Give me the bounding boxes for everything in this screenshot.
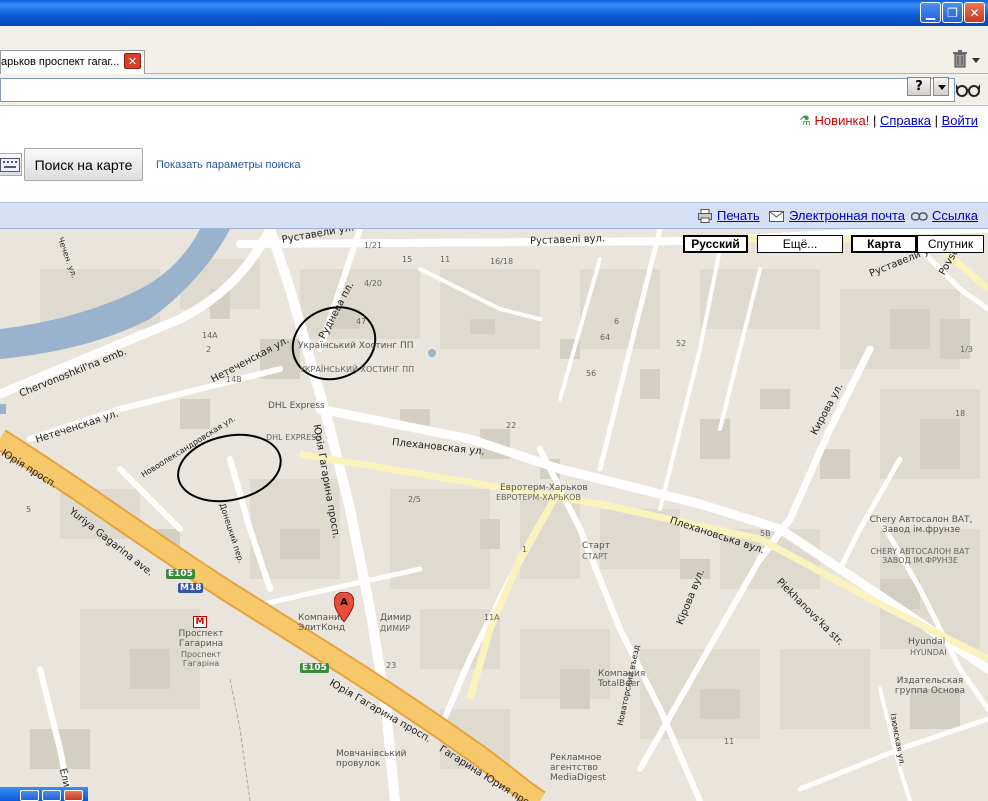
house-number: 11A <box>484 613 500 622</box>
email-link[interactable]: Электронная почта <box>789 208 905 223</box>
map-type-satellite-button[interactable]: Спутник <box>917 235 984 253</box>
login-link[interactable]: Войти <box>942 113 978 128</box>
map-canvas[interactable] <box>0 229 988 801</box>
link-icon <box>911 212 928 221</box>
house-number: 22 <box>506 421 517 430</box>
tab-title: арьков проспект гагаг... <box>1 56 120 68</box>
envelope-icon <box>769 211 784 222</box>
minimize-button[interactable]: ▁ <box>920 2 941 23</box>
poi-label: HYUNDAI <box>910 648 947 657</box>
poi-label: ЕВРОТЕРМ-ХАРЬКОВ <box>496 493 581 502</box>
glasses-icon[interactable] <box>956 83 980 97</box>
house-number: 52 <box>676 339 687 348</box>
house-number: 14B <box>226 375 242 384</box>
poi-label: Рекламное агентство MediaDigest <box>550 753 606 783</box>
route-shield-m18: M18 <box>178 583 204 593</box>
print-link[interactable]: Печать <box>717 208 760 223</box>
poi-label: ДИМИР <box>380 624 410 633</box>
house-number: 47 <box>356 317 367 326</box>
house-number: 6 <box>614 317 620 326</box>
tab-close-button[interactable]: ✕ <box>124 53 141 69</box>
metro-icon[interactable]: М <box>193 616 207 628</box>
close-window-button[interactable] <box>64 790 83 801</box>
house-number: 1/21 <box>364 241 382 250</box>
house-number: 4/20 <box>364 279 382 288</box>
window-title-bar <box>0 0 988 26</box>
poi-label: Евротерм-Харьков <box>500 483 588 493</box>
poi-label: Старт <box>582 541 610 551</box>
more-layers-button[interactable]: Ещё... <box>757 235 843 253</box>
new-features-link[interactable]: Новинка! <box>815 113 870 128</box>
separator: | <box>934 113 938 128</box>
printer-icon <box>698 209 712 223</box>
poi-label: СТАРТ <box>582 552 608 561</box>
house-number: 11 <box>440 255 451 264</box>
poi-label: Hyundai <box>908 637 946 647</box>
house-number: 5 <box>26 505 32 514</box>
show-search-params-link[interactable]: Показать параметры поиска <box>156 159 300 171</box>
route-shield-e105: E105 <box>166 569 195 579</box>
house-number: 18 <box>955 409 966 418</box>
poi-label: Український Хостинг ПП <box>298 341 414 351</box>
house-number: 1/3 <box>960 345 973 354</box>
poi-label: Проспект Гагаріна <box>180 650 222 668</box>
keyboard-icon[interactable] <box>0 153 22 176</box>
link-link[interactable]: Ссылка <box>932 208 978 223</box>
poi-label: Проспект Гагарина <box>178 629 224 649</box>
poi-label: Димир <box>380 613 412 623</box>
house-number: 11 <box>724 737 735 746</box>
poi-label: DHL Express <box>268 401 325 411</box>
maximize-button[interactable] <box>42 790 61 801</box>
route-shield-e105: E105 <box>300 663 329 673</box>
help-button[interactable]: ? <box>907 77 931 96</box>
house-number: 2 <box>206 345 212 354</box>
location-marker-icon[interactable]: A <box>334 592 354 622</box>
help-dropdown-button[interactable] <box>933 77 949 96</box>
map-actions-bar: Печать Электронная почта Ссылка <box>0 202 988 229</box>
separator: | <box>872 113 877 128</box>
house-number: 16/18 <box>490 257 514 266</box>
trash-icon[interactable] <box>952 50 968 68</box>
poi-label: Мовчанівський провулок <box>336 749 407 769</box>
chevron-down-icon[interactable] <box>972 58 980 63</box>
address-field[interactable] <box>0 78 955 102</box>
poi-label: Компания TotalBeer <box>598 669 646 689</box>
maximize-button[interactable]: ❐ <box>942 2 963 23</box>
house-number: 23 <box>386 661 397 670</box>
poi-label: Издательская группа Основа <box>894 676 966 696</box>
map-search-button[interactable]: Поиск на карте <box>24 148 143 181</box>
house-number: 14A <box>202 331 218 340</box>
close-window-button[interactable]: ✕ <box>964 2 985 23</box>
marker-letter: A <box>340 597 348 608</box>
flask-icon: ⚗ <box>799 113 811 128</box>
poi-label: УКРАЇНСЬКИЙ ХОСТИНГ ПП <box>300 365 415 374</box>
help-link[interactable]: Справка <box>880 113 931 128</box>
tab-strip: арьков проспект гагаг... ✕ <box>0 26 988 74</box>
address-bar: ? <box>0 74 988 106</box>
poi-label: DHL EXPRESS <box>266 433 322 442</box>
top-links: ⚗ Новинка! | Справка | Войти <box>799 113 978 129</box>
language-button[interactable]: Русский <box>683 235 748 253</box>
map-type-map-button[interactable]: Карта <box>851 235 917 253</box>
minimize-button[interactable] <box>20 790 39 801</box>
house-number: 64 <box>600 333 611 342</box>
poi-label: Chery Автосалон ВАТ, Завод ім.фрунзе <box>869 515 973 535</box>
house-number: 5B <box>760 529 771 538</box>
poi-label: CHERY АВТОСАЛОН ВАТ ЗАВОД ІМ.ФРУНЗЕ <box>870 547 970 565</box>
house-number: 2/5 <box>408 495 421 504</box>
house-number: 1 <box>522 545 528 554</box>
house-number: 56 <box>586 369 597 378</box>
map-view[interactable]: Руставели ул. Руставелі вул. Руставели у… <box>0 229 988 801</box>
house-number: 15 <box>402 255 413 264</box>
